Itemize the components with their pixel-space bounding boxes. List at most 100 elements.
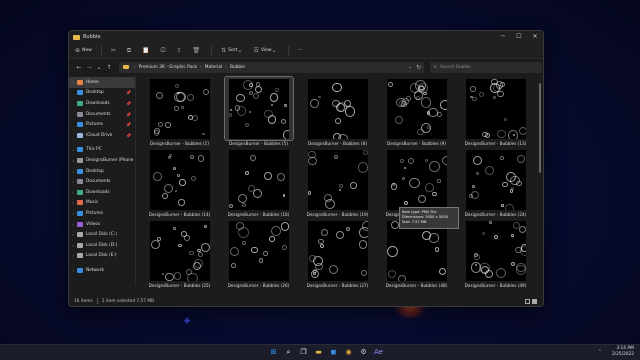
- details-view-icon[interactable]: [525, 298, 530, 304]
- sidebar-item-desktop[interactable]: › Desktop: [69, 166, 135, 177]
- after-effects-icon[interactable]: Ae: [373, 347, 384, 358]
- chevron-icon[interactable]: ›: [69, 243, 77, 248]
- disk-icon: [77, 242, 83, 248]
- bubble-image-thumbnail: [465, 220, 526, 281]
- settings-icon[interactable]: ⚙: [358, 347, 369, 358]
- forward-button[interactable]: →: [84, 64, 94, 71]
- new-button[interactable]: ⊕ New: [75, 47, 92, 54]
- chevron-down-icon[interactable]: ⌄: [408, 64, 412, 70]
- cut-button[interactable]: ✂: [111, 47, 118, 54]
- tooltip-dimensions: Dimensions: 5000 x 5000: [402, 214, 449, 219]
- paste-button[interactable]: 📋: [142, 47, 151, 54]
- sort-button[interactable]: ⇅ Sort ⌄: [221, 47, 244, 54]
- cut-icon: ✂: [110, 47, 116, 54]
- thumbnails-view-icon[interactable]: [532, 298, 537, 304]
- sidebar-item-label: Desktop: [86, 168, 104, 174]
- search-icon[interactable]: ⌕: [283, 347, 294, 358]
- sidebar-item-this-pc[interactable]: ⌄ This PC: [69, 145, 135, 156]
- up-button[interactable]: ↑: [104, 64, 114, 71]
- file-item[interactable]: DesignsBurner - Bubbles (26): [219, 219, 298, 290]
- sidebar-item-label: Local Disk (C:): [86, 232, 117, 238]
- chevron-icon[interactable]: ›: [69, 169, 77, 174]
- chevron-icon[interactable]: ›: [69, 80, 77, 85]
- bubble-image-thumbnail: [149, 220, 210, 281]
- maximize-button[interactable]: ☐: [511, 31, 527, 43]
- clock[interactable]: 3:14 AM 2/25/2022: [612, 346, 634, 358]
- task-view-icon[interactable]: ❐: [298, 347, 309, 358]
- more-button[interactable]: ···: [298, 48, 302, 53]
- file-item[interactable]: DesignsBurner - Bubbles (14): [140, 148, 219, 219]
- file-item[interactable]: DesignsBurner - Bubbles (18): [219, 148, 298, 219]
- chevron-icon[interactable]: ›: [69, 268, 77, 273]
- back-button[interactable]: ←: [74, 64, 84, 71]
- recent-locations-button[interactable]: ⌄: [94, 64, 104, 71]
- refresh-icon[interactable]: ↻: [416, 64, 421, 71]
- file-item[interactable]: DesignsBurner - Bubbles (13): [456, 77, 535, 148]
- desktop-sparkle-icon: ✦: [181, 314, 193, 328]
- more-icon: ···: [297, 48, 302, 53]
- sidebar-item-local-disk-d[interactable]: › Local Disk (D:): [69, 240, 135, 251]
- sidebar-item-label: Pictures: [86, 122, 104, 128]
- file-item[interactable]: DesignsBurner - Bubbles (27): [298, 219, 377, 290]
- music-icon: [77, 200, 83, 206]
- plus-icon: ⊕: [75, 47, 81, 54]
- search-box[interactable]: ⌕ Search Bubble: [430, 61, 542, 73]
- sidebar-item-pictures[interactable]: Pictures 📌: [69, 119, 135, 130]
- copy-button[interactable]: ⧉: [127, 47, 133, 55]
- sidebar-item-local-disk-c[interactable]: › Local Disk (C:): [69, 229, 135, 240]
- chevron-icon[interactable]: ›: [69, 200, 77, 205]
- sort-label: Sort: [228, 48, 238, 53]
- file-explorer-icon[interactable]: ▬: [313, 347, 324, 358]
- chevron-icon[interactable]: ›: [69, 232, 77, 237]
- chevron-icon[interactable]: ›: [69, 253, 77, 258]
- minimize-button[interactable]: ─: [495, 31, 511, 43]
- file-item[interactable]: DesignsBurner - Bubbles (19): [298, 148, 377, 219]
- command-bar: ⊕ New ✂ ⧉ 📋 ⎚ ⇪ 🗑 ⇅ Sort ⌄ ☰ View ⌄ ···: [69, 43, 543, 59]
- chevron-icon[interactable]: ›: [69, 222, 77, 227]
- chevron-icon[interactable]: ›: [69, 211, 77, 216]
- share-button[interactable]: ⇪: [176, 47, 183, 54]
- sidebar-item-music[interactable]: › Music: [69, 198, 135, 209]
- sidebar-item-documents[interactable]: Documents 📌: [69, 109, 135, 120]
- file-item[interactable]: DesignsBurner - Bubbles (1): [140, 77, 219, 148]
- chevron-icon[interactable]: ⌄: [69, 147, 77, 152]
- title-bar: Bubble ─ ☐ ✕: [69, 31, 543, 43]
- sidebar-item-network[interactable]: › Network: [69, 265, 135, 276]
- sidebar-item-downloads[interactable]: › Downloads: [69, 187, 135, 198]
- address-bar[interactable]: › Premium 3K - Graphic Pack › Material ›…: [119, 61, 424, 73]
- sidebar-item-icloud-drive[interactable]: iCloud Drive 📌: [69, 130, 135, 141]
- rename-button[interactable]: ⎚: [161, 47, 168, 55]
- tray-overflow-icon[interactable]: ⌃: [598, 349, 602, 355]
- sidebar-item-documents[interactable]: › Documents: [69, 176, 135, 187]
- view-button[interactable]: ☰ View ⌄: [253, 47, 278, 54]
- file-item[interactable]: DesignsBurner - Bubbles (48): [377, 219, 456, 290]
- sidebar-item-pictures[interactable]: › Pictures: [69, 208, 135, 219]
- store-icon[interactable]: ◼: [328, 347, 339, 358]
- sidebar-item-home[interactable]: › Home: [69, 77, 135, 88]
- breadcrumb-item[interactable]: Premium 3K - Graphic Pack: [139, 65, 197, 70]
- sidebar-item-downloads[interactable]: Downloads 📌: [69, 98, 135, 109]
- sidebar-item-videos[interactable]: › Videos: [69, 219, 135, 230]
- file-item[interactable]: DesignsBurner - Bubbles (25): [140, 219, 219, 290]
- sidebar-item-desktop[interactable]: Desktop 📌: [69, 88, 135, 99]
- file-item[interactable]: DesignsBurner - Bubbles (5): [219, 76, 298, 148]
- chevron-icon[interactable]: ›: [69, 190, 77, 195]
- sidebar-item-local-disk-e[interactable]: › Local Disk (E:): [69, 251, 135, 262]
- chevron-icon[interactable]: ›: [69, 179, 77, 184]
- delete-button[interactable]: 🗑: [193, 47, 203, 54]
- breadcrumb-item[interactable]: Material: [205, 65, 222, 70]
- close-button[interactable]: ✕: [527, 31, 543, 43]
- file-item[interactable]: DesignsBurner - Bubbles (9): [377, 77, 456, 148]
- breadcrumb-item[interactable]: Bubble: [230, 65, 245, 70]
- pin-icon: 📌: [126, 122, 131, 128]
- vertical-scrollbar[interactable]: [539, 83, 541, 173]
- file-item[interactable]: DesignsBurner - Bubbles (49): [456, 219, 535, 290]
- file-item[interactable]: DesignsBurner - Bubbles (24): [456, 148, 535, 219]
- start-icon[interactable]: ⊞: [268, 347, 279, 358]
- rename-icon: ⎚: [160, 46, 166, 54]
- file-item[interactable]: DesignsBurner - Bubbles (8): [298, 77, 377, 148]
- chevron-icon[interactable]: ›: [69, 158, 77, 163]
- sidebar-item-designsburner-iphone[interactable]: › DesignsBurner iPhone: [69, 155, 135, 166]
- selection-status: 1 item selected 7.57 MB: [101, 298, 155, 304]
- chrome-icon[interactable]: ◉: [343, 347, 354, 358]
